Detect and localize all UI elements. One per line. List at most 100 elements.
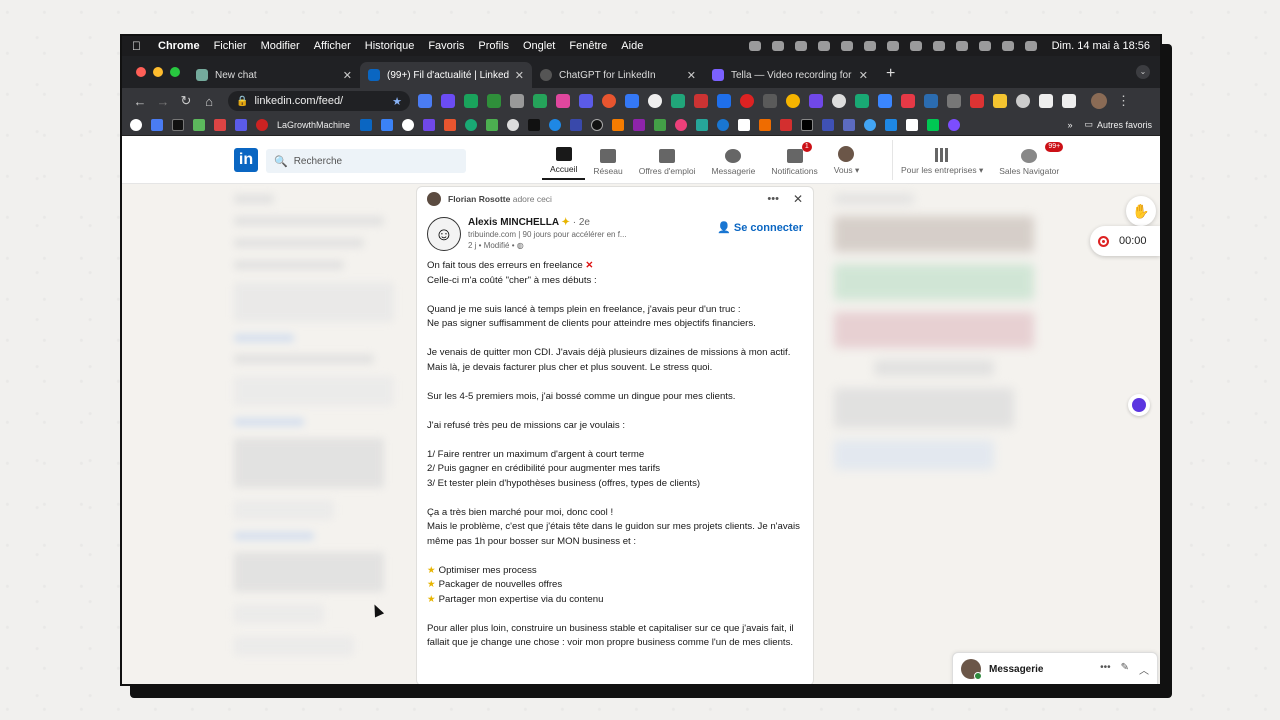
search-input[interactable]: 🔍 Recherche bbox=[266, 149, 466, 173]
address-bar[interactable]: 🔒 linkedin.com/feed/ ★ bbox=[228, 91, 410, 111]
bookmark-icon[interactable] bbox=[381, 118, 394, 131]
tray-icon[interactable] bbox=[748, 41, 761, 51]
puzzle-icon[interactable] bbox=[1039, 94, 1053, 108]
close-icon[interactable]: ✕ bbox=[793, 192, 803, 206]
bookmark-icon[interactable] bbox=[696, 118, 709, 131]
tray-icon[interactable] bbox=[794, 41, 807, 51]
extension-icon[interactable] bbox=[763, 94, 777, 108]
extension-icon[interactable] bbox=[1016, 94, 1030, 108]
extension-icon[interactable] bbox=[602, 94, 616, 108]
lock-icon[interactable]: 🔒 bbox=[236, 96, 248, 107]
menu-afficher[interactable]: Afficher bbox=[314, 40, 351, 52]
bookmark-icon[interactable] bbox=[528, 118, 541, 131]
control-center-icon[interactable] bbox=[1024, 41, 1037, 51]
extension-icon[interactable] bbox=[947, 94, 961, 108]
extension-icon[interactable] bbox=[648, 94, 662, 108]
menu-favoris[interactable]: Favoris bbox=[428, 40, 464, 52]
extension-icon[interactable] bbox=[487, 94, 501, 108]
extension-icon[interactable] bbox=[694, 94, 708, 108]
extension-icon[interactable] bbox=[809, 94, 823, 108]
back-icon[interactable]: ← bbox=[130, 94, 150, 109]
profile-avatar[interactable] bbox=[1091, 93, 1107, 109]
bookmark-star-icon[interactable]: ★ bbox=[392, 95, 402, 108]
tray-icon[interactable] bbox=[840, 41, 853, 51]
close-window-button[interactable] bbox=[136, 67, 146, 77]
nav-jobs[interactable]: Offres d'emploi bbox=[631, 140, 704, 180]
nav-messaging[interactable]: Messagerie bbox=[703, 140, 763, 180]
extension-icon[interactable] bbox=[418, 94, 432, 108]
bookmark-icon[interactable] bbox=[948, 118, 961, 131]
bookmark-icon[interactable] bbox=[570, 118, 583, 131]
minimize-window-button[interactable] bbox=[153, 67, 163, 77]
address-url[interactable]: linkedin.com/feed/ bbox=[254, 95, 392, 107]
apple-icon[interactable]:  bbox=[132, 39, 144, 53]
bookmark-icon[interactable] bbox=[885, 118, 898, 131]
bookmark-icon[interactable] bbox=[235, 118, 247, 131]
extension-icon[interactable] bbox=[993, 94, 1007, 108]
bookmark-icon[interactable] bbox=[507, 118, 520, 131]
bookmark-icon[interactable] bbox=[717, 118, 730, 131]
menu-historique[interactable]: Historique bbox=[365, 40, 415, 52]
bookmark-icon[interactable] bbox=[486, 118, 499, 131]
extension-icon[interactable] bbox=[671, 94, 685, 108]
close-tab-icon[interactable]: ✕ bbox=[343, 69, 352, 82]
tray-icon[interactable] bbox=[863, 41, 876, 51]
tab-tella[interactable]: Tella — Video recording for wo ✕ bbox=[704, 62, 876, 88]
menu-fichier[interactable]: Fichier bbox=[214, 40, 247, 52]
extension-icon[interactable] bbox=[533, 94, 547, 108]
bookmark-lagrowthmachine[interactable]: LaGrowthMachine bbox=[277, 120, 350, 130]
new-tab-button[interactable]: + bbox=[886, 65, 895, 83]
nav-network[interactable]: Réseau bbox=[585, 140, 630, 180]
extension-icon[interactable] bbox=[510, 94, 524, 108]
chevron-up-icon[interactable]: ︿ bbox=[1139, 662, 1149, 677]
tab-search-icon[interactable]: ⌄ bbox=[1136, 65, 1150, 79]
menu-modifier[interactable]: Modifier bbox=[261, 40, 300, 52]
nav-notifications[interactable]: 1 Notifications bbox=[763, 140, 825, 180]
extension-icon[interactable] bbox=[740, 94, 754, 108]
bookmark-other[interactable]: Autres favoris bbox=[1097, 120, 1152, 130]
bookmark-icon[interactable] bbox=[402, 118, 415, 131]
nav-sales-navigator[interactable]: 99+ Sales Navigator bbox=[991, 140, 1067, 180]
menu-app[interactable]: Chrome bbox=[158, 40, 200, 52]
extension-icon[interactable] bbox=[970, 94, 984, 108]
extension-icon[interactable] bbox=[556, 94, 570, 108]
author-name[interactable]: Alexis MINCHELLA bbox=[468, 217, 559, 228]
extension-icon[interactable] bbox=[441, 94, 455, 108]
tab-chatgpt-linkedin[interactable]: ChatGPT for LinkedIn ✕ bbox=[532, 62, 704, 88]
assistant-extension-icon[interactable] bbox=[1128, 394, 1150, 416]
extension-icon[interactable] bbox=[464, 94, 478, 108]
compose-icon[interactable]: ✎ bbox=[1121, 662, 1129, 677]
bookmark-icon[interactable] bbox=[549, 118, 562, 131]
sidebar-icon[interactable] bbox=[1062, 94, 1076, 108]
recording-timer[interactable]: 00:00 bbox=[1090, 226, 1160, 256]
tiktok-icon[interactable] bbox=[801, 118, 814, 131]
extension-icon[interactable] bbox=[901, 94, 915, 108]
tab-new-chat[interactable]: New chat ✕ bbox=[188, 62, 360, 88]
extension-icon[interactable] bbox=[579, 94, 593, 108]
more-options-icon[interactable]: ••• bbox=[767, 193, 779, 205]
nav-home[interactable]: Accueil bbox=[542, 140, 586, 180]
bookmark-icon[interactable] bbox=[444, 118, 457, 131]
close-tab-icon[interactable]: ✕ bbox=[687, 69, 696, 82]
record-stop-icon[interactable] bbox=[1098, 235, 1109, 247]
google-icon[interactable] bbox=[130, 118, 142, 131]
extension-icon[interactable] bbox=[832, 94, 846, 108]
bookmark-icon[interactable] bbox=[738, 118, 751, 131]
menubar-clock[interactable]: Dim. 14 mai à 18:56 bbox=[1052, 40, 1150, 52]
tab-linkedin-feed[interactable]: (99+) Fil d'actualité | LinkedIn ✕ bbox=[360, 62, 532, 88]
menu-profils[interactable]: Profils bbox=[478, 40, 509, 52]
nav-me[interactable]: Vous ▾ bbox=[826, 140, 868, 180]
extension-icon[interactable] bbox=[786, 94, 800, 108]
nav-business[interactable]: Pour les entreprises ▾ bbox=[893, 140, 991, 180]
bookmark-icon[interactable] bbox=[151, 118, 163, 131]
tray-icon[interactable] bbox=[909, 41, 922, 51]
menu-onglet[interactable]: Onglet bbox=[523, 40, 555, 52]
close-tab-icon[interactable]: ✕ bbox=[859, 69, 868, 82]
bookmark-icon[interactable] bbox=[864, 118, 877, 131]
bookmark-icon[interactable] bbox=[591, 118, 604, 131]
battery-icon[interactable] bbox=[955, 41, 968, 51]
bookmark-icon[interactable] bbox=[633, 118, 646, 131]
bookmark-icon[interactable] bbox=[780, 118, 793, 131]
gmail-icon[interactable] bbox=[214, 118, 226, 131]
bookmark-icon[interactable] bbox=[465, 118, 478, 131]
